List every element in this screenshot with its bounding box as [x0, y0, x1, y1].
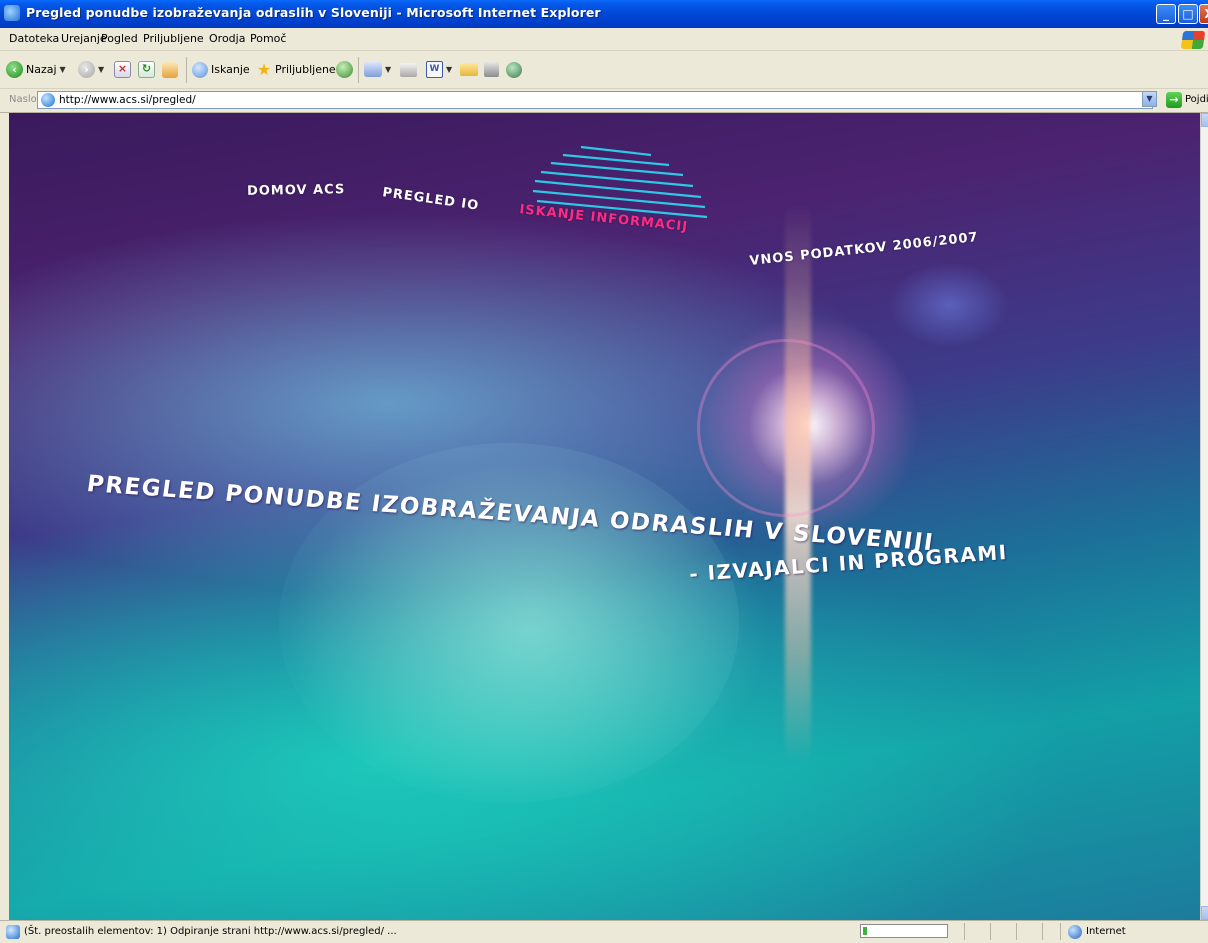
menu-bar: Datoteka Urejanje Pogled Priljubljene Or…: [0, 28, 1208, 51]
scroll-up-button[interactable]: [1201, 113, 1208, 127]
stop-icon: ×: [114, 61, 131, 78]
back-dropdown-icon[interactable]: ▼: [60, 65, 66, 74]
messenger-button[interactable]: [506, 51, 522, 88]
back-label: Nazaj: [26, 63, 57, 76]
back-arrow-icon: ‹: [6, 61, 23, 78]
refresh-button[interactable]: ↻: [138, 51, 155, 88]
minimize-button[interactable]: _: [1156, 4, 1176, 24]
search-icon: [192, 61, 208, 78]
mail-dropdown-icon[interactable]: ▼: [385, 65, 391, 74]
back-button[interactable]: ‹ Nazaj ▼: [6, 51, 66, 88]
forward-button[interactable]: › ▼: [78, 51, 104, 88]
page-icon: [41, 93, 55, 107]
maximize-button[interactable]: □: [1178, 4, 1198, 24]
search-button[interactable]: Iskanje: [192, 51, 250, 88]
folder-icon: [460, 63, 478, 76]
internet-zone-icon: [1068, 925, 1082, 939]
security-zone-label: Internet: [1086, 926, 1126, 937]
print-icon: [400, 62, 417, 77]
scroll-down-button[interactable]: [1201, 906, 1208, 920]
logo-line: [562, 153, 670, 167]
mail-button[interactable]: ▼: [364, 51, 391, 88]
address-input[interactable]: http://www.acs.si/pregled/: [37, 91, 1153, 109]
stop-button[interactable]: ×: [114, 51, 131, 88]
ie-icon: [4, 5, 20, 21]
progress-bar: [860, 924, 948, 938]
discuss-button[interactable]: [484, 51, 499, 88]
discuss-icon: [484, 62, 499, 77]
toolbar: ‹ Nazaj ▼ › ▼ × ↻ Iskanje ★ Priljubljene…: [0, 51, 1208, 89]
status-pane-divider: [1042, 923, 1043, 940]
forward-dropdown-icon[interactable]: ▼: [98, 65, 104, 74]
word-edit-icon: W: [426, 61, 443, 78]
address-dropdown-icon[interactable]: ▼: [1142, 91, 1157, 107]
menu-file[interactable]: Datoteka: [9, 32, 59, 45]
nav-home-acs[interactable]: DOMOV ACS: [247, 182, 346, 199]
mail-icon: [364, 62, 382, 77]
address-bar: Naslov http://www.acs.si/pregled/: [0, 89, 1208, 113]
toolbar-separator: [358, 57, 359, 83]
progress-fill: [863, 927, 867, 935]
status-pane-divider: [990, 923, 991, 940]
messenger-icon: [506, 61, 522, 78]
home-button[interactable]: [162, 51, 178, 88]
menu-tools[interactable]: Orodja: [209, 32, 245, 45]
status-pane-divider: [1016, 923, 1017, 940]
nav-pregled-io[interactable]: PREGLED IO: [381, 185, 480, 213]
nav-vnos-podatkov[interactable]: VNOS PODATKOV 2006/2007: [749, 230, 979, 269]
logo-line: [532, 189, 706, 209]
status-pane-divider: [1060, 923, 1061, 940]
menu-view[interactable]: Pogled: [101, 32, 138, 45]
menu-help[interactable]: Pomoč: [250, 32, 286, 45]
go-arrow-icon[interactable]: →: [1166, 92, 1182, 108]
media-button[interactable]: [336, 51, 353, 88]
toolbar-separator: [186, 57, 187, 83]
lens-flare-ring: [697, 339, 875, 517]
menu-edit[interactable]: Urejanje: [61, 32, 107, 45]
favorites-label: Priljubljene: [275, 63, 336, 76]
status-bar: (Št. preostalih elementov: 1) Odpiranje …: [0, 920, 1208, 943]
media-icon: [336, 61, 353, 78]
logo-line: [580, 145, 652, 157]
status-text: (Št. preostalih elementov: 1) Odpiranje …: [24, 926, 397, 937]
favorites-button[interactable]: ★ Priljubljene: [256, 51, 336, 88]
folder-button[interactable]: [460, 51, 478, 88]
menu-favorites[interactable]: Priljubljene: [143, 32, 204, 45]
print-button[interactable]: [400, 51, 417, 88]
go-button[interactable]: Pojdi: [1185, 94, 1208, 105]
address-url[interactable]: http://www.acs.si/pregled/: [59, 94, 196, 106]
vertical-scrollbar[interactable]: [1200, 113, 1208, 920]
home-icon: [162, 61, 178, 78]
edit-dropdown-icon[interactable]: ▼: [446, 65, 452, 74]
favorites-star-icon: ★: [256, 60, 272, 79]
page-content: DOMOV ACS PREGLED IO ISKANJE INFORMACIJ …: [9, 113, 1200, 920]
status-page-icon: [6, 925, 20, 939]
refresh-icon: ↻: [138, 61, 155, 78]
windows-logo-icon: [1180, 31, 1206, 49]
forward-arrow-icon: ›: [78, 61, 95, 78]
status-pane-divider: [964, 923, 965, 940]
window-title: Pregled ponudbe izobraževanja odraslih v…: [26, 5, 601, 20]
search-label: Iskanje: [211, 63, 250, 76]
window-title-bar[interactable]: Pregled ponudbe izobraževanja odraslih v…: [0, 0, 1208, 28]
edit-button[interactable]: W ▼: [426, 51, 452, 88]
close-button[interactable]: X: [1199, 4, 1208, 24]
